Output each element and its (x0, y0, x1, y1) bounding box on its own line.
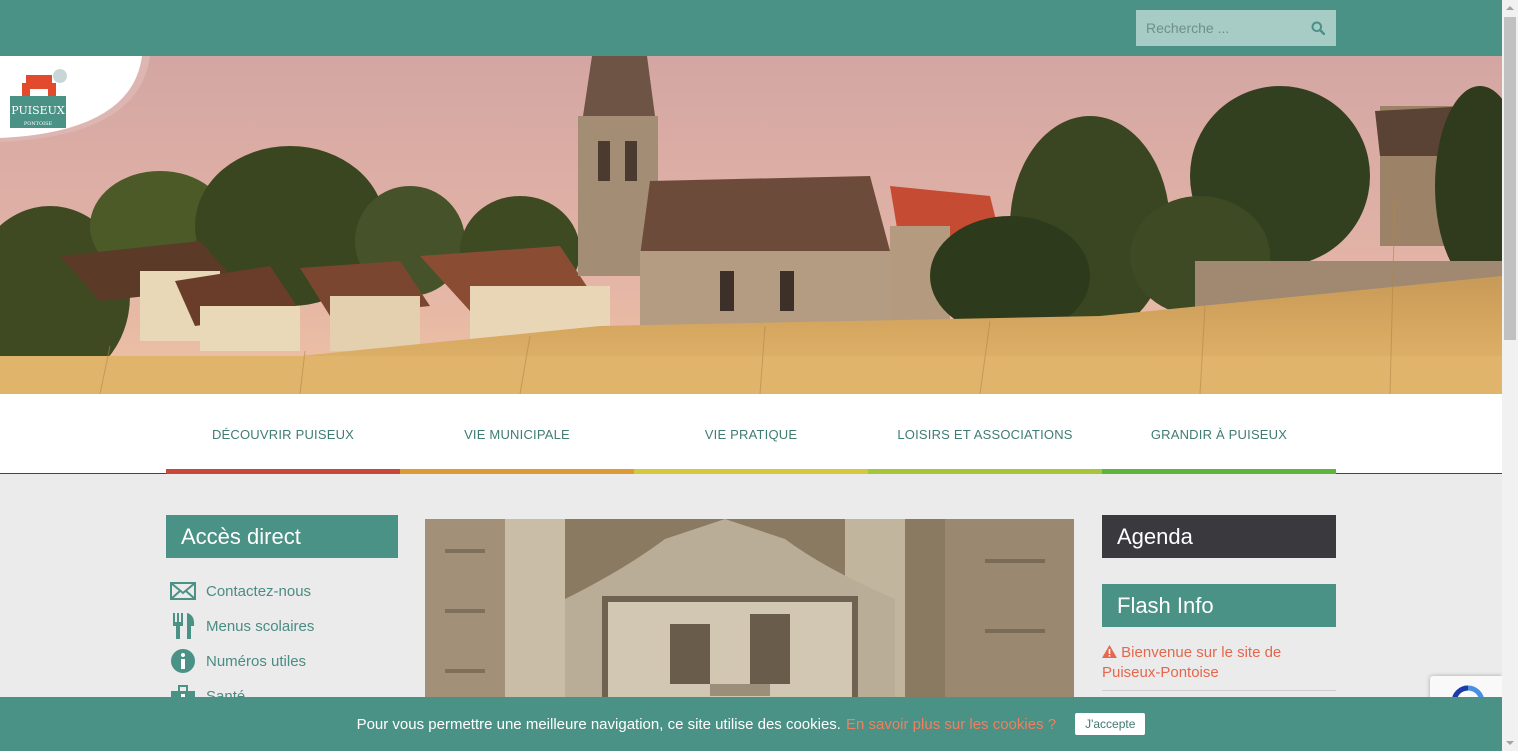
accept-cookies-button[interactable]: J'accepte (1075, 713, 1146, 735)
search-box (1136, 10, 1336, 46)
nav-item-grandir[interactable]: GRANDIR À PUISEUX (1102, 394, 1336, 474)
nav-label: VIE PRATIQUE (704, 426, 798, 442)
info-icon (171, 649, 195, 673)
logo-subtext: PONTOISE (24, 121, 53, 127)
acces-item-contact[interactable]: Contactez-nous (170, 576, 311, 606)
logo[interactable]: PUISEUX PONTOISE (0, 56, 150, 142)
acces-item-menus[interactable]: Menus scolaires (170, 611, 314, 641)
nav-label: LOISIRS ET ASSOCIATIONS (897, 426, 1073, 442)
utensils-icon (173, 613, 195, 639)
scroll-up-icon (1506, 6, 1514, 10)
flash-info-item[interactable]: Bienvenue sur le site de Puiseux-Pontois… (1102, 643, 1336, 683)
nav-label: VIE MUNICIPALE (464, 426, 570, 442)
flash-info-text: Bienvenue sur le site de Puiseux-Pontois… (1102, 644, 1282, 681)
top-bar (0, 0, 1502, 56)
scroll-down-icon (1506, 741, 1514, 745)
nav-color-bar (1102, 469, 1336, 474)
search-button[interactable] (1300, 10, 1336, 46)
hero-image (0, 56, 1502, 394)
nav-label: DÉCOUVRIR PUISEUX (211, 426, 355, 442)
search-input[interactable] (1136, 10, 1306, 46)
nav-label: GRANDIR À PUISEUX (1150, 426, 1288, 442)
nav-item-vie-pratique[interactable]: VIE PRATIQUE (634, 394, 868, 474)
logo-text: PUISEUX (11, 104, 65, 117)
divider (1102, 690, 1336, 691)
acces-direct-title: Accès direct (166, 515, 398, 558)
cookie-info-link[interactable]: En savoir plus sur les cookies ? (846, 716, 1056, 733)
nav-color-bar (400, 469, 634, 474)
scrollbar-thumb[interactable] (1504, 17, 1516, 340)
cookie-text: Pour vous permettre une meilleure naviga… (356, 715, 841, 733)
acces-item-label: Numéros utiles (206, 652, 307, 670)
envelope-icon (170, 582, 196, 600)
nav-item-vie-municipale[interactable]: VIE MUNICIPALE (400, 394, 634, 474)
agenda-title[interactable]: Agenda (1102, 515, 1336, 558)
search-icon (1311, 21, 1325, 35)
acces-item-numeros[interactable]: Numéros utiles (170, 646, 306, 676)
nav-item-loisirs[interactable]: LOISIRS ET ASSOCIATIONS (868, 394, 1102, 474)
nav-color-bar (634, 469, 868, 474)
nav-color-bar (166, 469, 400, 474)
acces-item-label: Menus scolaires (206, 617, 315, 635)
cookie-banner: Pour vous permettre une meilleure naviga… (0, 697, 1502, 751)
flash-info-title: Flash Info (1102, 584, 1336, 627)
nav-color-bar (868, 469, 1102, 474)
acces-item-label: Contactez-nous (206, 582, 312, 600)
main-nav: DÉCOUVRIR PUISEUX VIE MUNICIPALE VIE PRA… (0, 394, 1502, 474)
scrollbar[interactable] (1502, 0, 1518, 751)
warning-icon (1102, 645, 1117, 658)
nav-item-decouvrir[interactable]: DÉCOUVRIR PUISEUX (166, 394, 400, 474)
village-photo (0, 56, 1502, 394)
